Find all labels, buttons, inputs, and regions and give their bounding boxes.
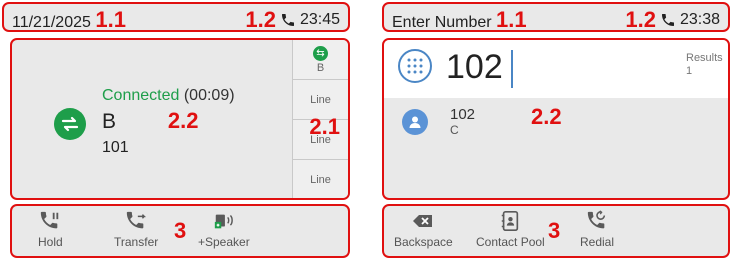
contacts-icon (502, 211, 519, 231)
annotation-label: 2.2 (167, 108, 199, 133)
number-input[interactable] (446, 48, 696, 87)
annotation-label: 1.2 (245, 7, 276, 32)
dial-panel: Results 1 102 C 2.2 (382, 38, 730, 200)
backspace-button[interactable]: Backspace (394, 210, 453, 249)
annotation-label: 2.1 (309, 114, 340, 139)
status-time: 23:38 (679, 11, 720, 28)
hold-icon (41, 211, 59, 229)
keypad-icon[interactable] (398, 49, 432, 83)
annotation-label: 1.2 (625, 7, 656, 32)
annotation-label: 3 (174, 218, 187, 243)
status-time: 23:45 (299, 11, 340, 28)
softkey-bar: Hold Transfer 3 +Speaker (10, 204, 350, 258)
redial-button[interactable]: Redial (580, 210, 614, 249)
softkey-bar: Backspace Contact Pool 3 Redial (382, 204, 730, 258)
result-name: C (450, 123, 459, 137)
phone-icon (281, 14, 294, 26)
call-screen: 11/21/2025 1.1 1.2 23:45 Connected (00:0… (0, 0, 352, 259)
call-info-panel: Connected (00:09) B 2.2 101 ⇆ B Line Lin… (10, 38, 350, 200)
text-cursor (511, 50, 513, 88)
redial-icon (587, 210, 606, 229)
transfer-icon (54, 108, 86, 140)
status-title: Enter Number (392, 14, 492, 31)
status-bar: 11/21/2025 1.1 1.2 23:45 (2, 2, 350, 32)
speaker-icon (214, 214, 233, 229)
results-count: Results 1 (686, 52, 723, 77)
contact-pool-button[interactable]: Contact Pool (476, 210, 545, 249)
hold-button[interactable]: Hold (38, 210, 63, 249)
call-duration: (00:09) (183, 87, 235, 104)
annotation-label: 2.2 (531, 103, 562, 129)
status-date: 11/21/2025 (12, 14, 91, 31)
contact-avatar-icon (402, 108, 428, 135)
search-result-item[interactable]: 102 C 2.2 (402, 103, 562, 137)
caller-number: 101 (102, 139, 129, 156)
speaker-button[interactable]: +Speaker (198, 210, 250, 249)
line-key[interactable]: Line (293, 160, 348, 198)
dial-screen: Enter Number 1.1 1.2 23:38 Results 1 (380, 0, 732, 259)
annotation-label: 1.1 (496, 7, 527, 32)
transfer-button[interactable]: Transfer (114, 210, 158, 249)
annotation-label: 1.1 (95, 7, 126, 32)
dial-input-area: Results 1 (384, 40, 728, 98)
backspace-icon (413, 215, 433, 227)
transfer-call-icon (126, 211, 147, 229)
annotation-label: 3 (548, 218, 561, 243)
line-key-b[interactable]: ⇆ B (293, 40, 348, 80)
caller-name: B (102, 110, 117, 133)
result-number: 102 (450, 106, 476, 123)
call-status: Connected (102, 87, 180, 104)
phone-icon (661, 14, 674, 26)
transfer-icon: ⇆ (313, 45, 328, 61)
status-bar: Enter Number 1.1 1.2 23:38 (382, 2, 730, 32)
